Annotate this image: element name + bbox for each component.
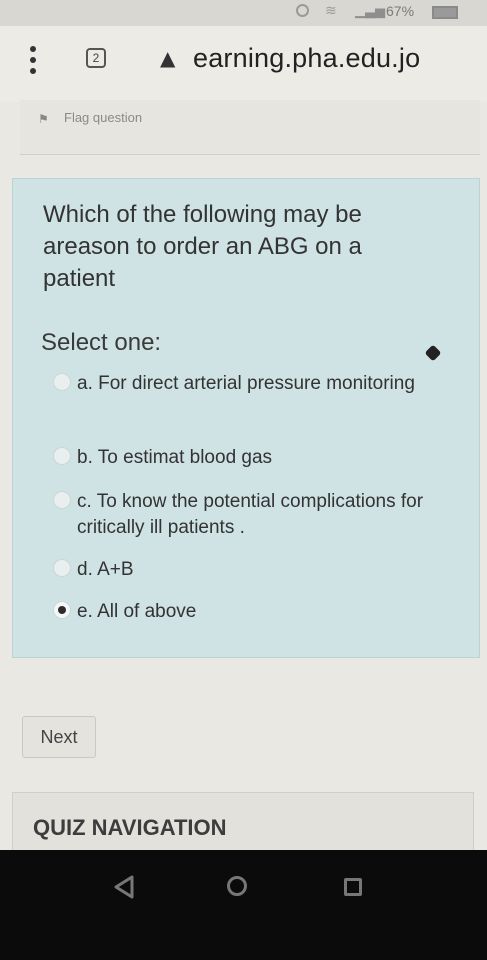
android-nav-bar (0, 850, 487, 960)
quiz-navigation-title: QUIZ NAVIGATION (33, 815, 227, 840)
answer-label-b[interactable]: b. To estimat blood gas (77, 445, 457, 471)
answer-label-e[interactable]: e. All of above (77, 599, 457, 625)
next-button[interactable]: Next (22, 716, 96, 758)
wifi-icon: ≋ (325, 2, 337, 18)
quiz-navigation-block: QUIZ NAVIGATION (12, 792, 474, 850)
flag-icon[interactable]: ⚑ (38, 112, 49, 126)
menu-icon[interactable] (30, 46, 38, 79)
question-card: Which of the following may be areason to… (12, 178, 480, 658)
flag-question-link[interactable]: Flag question (64, 110, 142, 125)
address-bar: 2 ▲ earning.pha.edu.jo (0, 26, 487, 102)
battery-percent: 67% (386, 3, 415, 19)
status-bar: ≋ ▁▃▅ 67% (0, 0, 487, 26)
url-field[interactable]: earning.pha.edu.jo (193, 43, 420, 74)
flag-question-bar: ⚑ Flag question (20, 100, 480, 155)
answer-label-d[interactable]: d. A+B (77, 557, 457, 583)
answer-label-a[interactable]: a. For direct arterial pressure monitori… (77, 371, 457, 397)
signal-bars-icon: ▁▃▅ (355, 4, 385, 19)
back-icon[interactable] (112, 875, 136, 899)
warning-triangle-icon[interactable]: ▲ (160, 46, 175, 70)
radio-e[interactable] (53, 601, 71, 619)
recent-apps-icon[interactable] (344, 878, 362, 896)
home-icon[interactable] (227, 876, 247, 896)
select-one-label: Select one: (41, 329, 162, 356)
tab-switcher-button[interactable]: 2 (86, 48, 106, 68)
answer-label-c[interactable]: c. To know the potential complications f… (77, 489, 457, 541)
battery-icon (432, 6, 458, 19)
cursor-icon (424, 344, 442, 362)
browser-screen: ≋ ▁▃▅ 67% 2 ▲ earning.pha.edu.jo ⚑ Flag … (0, 0, 487, 850)
radio-c[interactable] (53, 491, 71, 509)
radio-d[interactable] (53, 559, 71, 577)
radio-a[interactable] (53, 373, 71, 391)
radio-b[interactable] (53, 447, 71, 465)
sync-icon (296, 4, 309, 17)
question-text: Which of the following may be areason to… (43, 201, 362, 292)
